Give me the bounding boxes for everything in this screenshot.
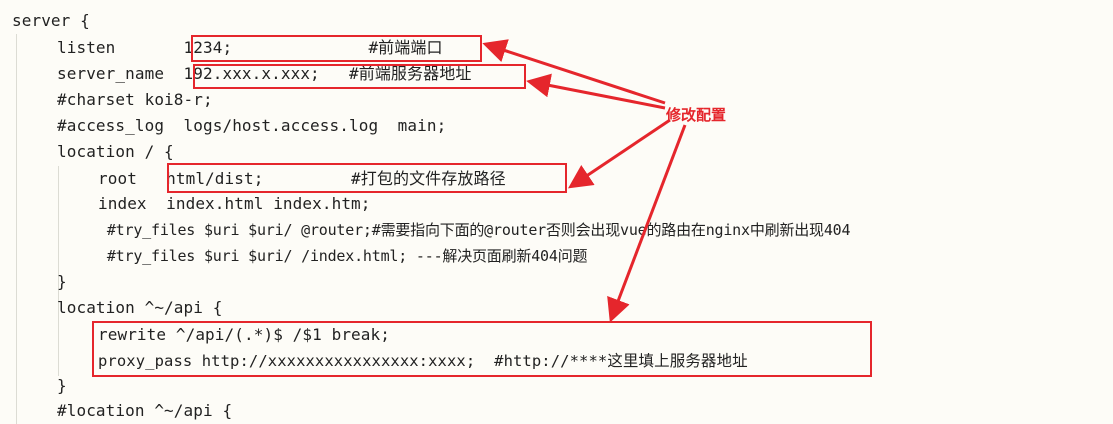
- arrow-to-root: [568, 118, 671, 189]
- screenshot-canvas: server { listen 1234; #前端端口 server_name …: [0, 0, 1113, 424]
- arrow-to-listen: [482, 39, 666, 105]
- annotation-arrows: [482, 39, 687, 323]
- arrow-to-proxy: [607, 124, 687, 323]
